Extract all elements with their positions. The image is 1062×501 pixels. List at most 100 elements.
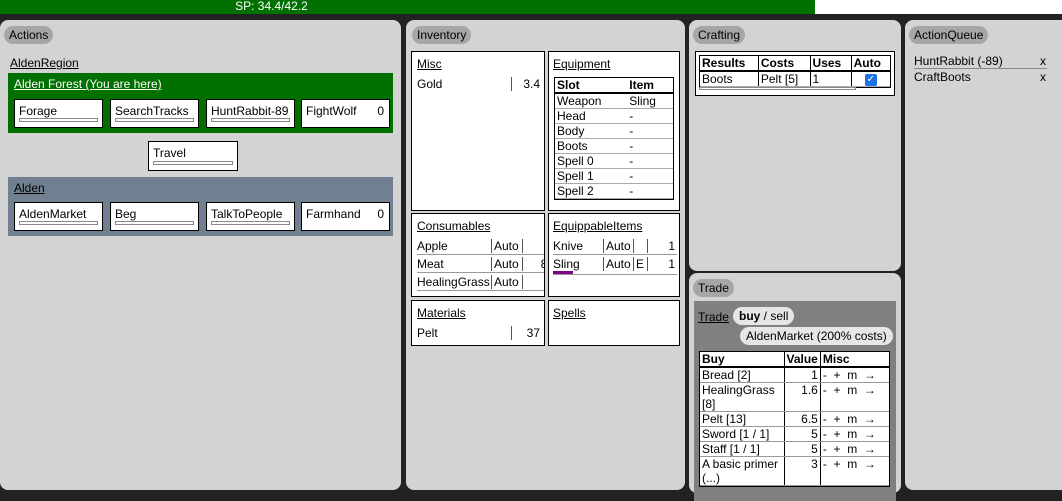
equipment-row: Spell 2- (555, 183, 673, 199)
trade-minus-button[interactable]: - (823, 442, 827, 456)
equipment-row: Body - (555, 123, 673, 139)
inventory-panel: Inventory Misc Gold 3.4 Equipment Slot I… (406, 20, 685, 490)
crafting-row[interactable]: Boots Pelt [5] 1 ✓ (700, 71, 890, 87)
action-beg-button[interactable]: Beg (110, 202, 199, 231)
consumable-auto-toggle[interactable]: Auto (494, 239, 522, 253)
alden-title: Alden (14, 181, 45, 195)
action-forage-button[interactable]: Forage (14, 99, 103, 128)
material-pelt-name: Pelt (417, 326, 438, 340)
trade-minus-button[interactable]: - (823, 427, 827, 441)
crafting-progress-bar (699, 87, 856, 90)
trade-row: Bread [2] 1 - + m → (700, 367, 889, 383)
equippable-box: EquippableItems Knive Auto 1 Sling Auto … (548, 213, 680, 297)
consumables-box: Consumables Apple Auto 0 Meat Auto 89 He… (411, 213, 545, 297)
misc-box: Misc Gold 3.4 (411, 51, 545, 211)
equipment-row: Head - (555, 108, 673, 124)
trade-row: Pelt [13] 6.5 - + m → (700, 411, 889, 427)
trade-plus-button[interactable]: + (834, 427, 841, 441)
actions-title: Actions (4, 26, 54, 44)
trade-max-button[interactable]: m (847, 368, 857, 382)
spells-title[interactable]: Spells (553, 306, 586, 320)
trade-table: Buy Value Misc Bread [2] 1 - + m → Healin… (700, 352, 889, 486)
trade-mode-sell[interactable]: sell (770, 309, 788, 323)
trade-go-arrow-icon[interactable]: → (864, 427, 876, 441)
action-fightwolf-button[interactable]: FightWolf 0 (301, 99, 390, 128)
action-searchtracks-button[interactable]: SearchTracks (110, 99, 199, 128)
equippable-count: 1 (668, 239, 675, 253)
trade-go-arrow-icon[interactable]: → (864, 412, 876, 426)
trade-minus-button[interactable]: - (823, 368, 827, 382)
crafting-table: Results Costs Uses Auto Boots Pelt [5] 1… (700, 56, 890, 87)
equipment-row: Spell 1- (555, 168, 673, 184)
equipment-box: Equipment Slot Item Weapon Sling Head - Bo… (548, 51, 680, 211)
action-aldenmarket-button[interactable]: AldenMarket (14, 202, 103, 231)
trade-minus-button[interactable]: - (823, 457, 827, 471)
trade-go-arrow-icon[interactable]: → (864, 368, 876, 382)
equipment-table: Slot Item Weapon Sling Head - Body - Boots -… (555, 78, 673, 199)
trade-panel: Trade Trade buy / sell AldenMarket (200%… (689, 273, 901, 501)
trade-plus-button[interactable]: + (834, 457, 841, 471)
consumable-count: 0 (524, 239, 544, 253)
trade-market-box: Trade buy / sell AldenMarket (200% costs… (694, 301, 896, 501)
materials-title[interactable]: Materials (417, 306, 466, 320)
queue-item[interactable]: HuntRabbit (-89) (914, 54, 1003, 68)
misc-gold-value: 3.4 (523, 77, 540, 91)
queue-remove-button[interactable]: x (1040, 54, 1046, 68)
trade-minus-button[interactable]: - (823, 412, 827, 426)
travel-button[interactable]: Travel (148, 141, 238, 171)
equipment-row: Boots - (555, 138, 673, 154)
trade-go-arrow-icon[interactable]: → (864, 457, 876, 471)
trade-go-arrow-icon[interactable]: → (864, 383, 876, 397)
trade-max-button[interactable]: m (847, 427, 857, 441)
consumables-title[interactable]: Consumables (417, 219, 490, 233)
trade-row: Sword [1 / 1] 5 - + m → (700, 426, 889, 442)
material-pelt-value: 37 (526, 326, 540, 340)
inventory-title: Inventory (412, 26, 472, 44)
misc-gold-name: Gold (417, 77, 443, 91)
misc-title[interactable]: Misc (417, 57, 442, 71)
equipment-title[interactable]: Equipment (553, 57, 610, 71)
equippable-name: Sling (553, 257, 580, 271)
trade-row: Staff [1 / 1] 5 - + m → (700, 441, 889, 457)
trade-mode-toggle[interactable]: buy / sell (733, 307, 795, 325)
crafting-panel: Crafting Results Costs Uses Auto Boots P… (689, 20, 901, 271)
trade-max-button[interactable]: m (847, 442, 857, 456)
alden-region: Alden AldenMarket Beg TalkToPeople Farmh… (8, 177, 393, 236)
equippable-equip-toggle[interactable]: E (636, 257, 646, 271)
trade-title: Trade (693, 279, 734, 297)
queue-remove-button[interactable]: x (1040, 70, 1046, 84)
action-huntrabbit-button[interactable]: HuntRabbit-89 (206, 99, 295, 128)
actions-panel: Actions AldenRegion Alden Forest (You ar… (0, 20, 401, 490)
action-farmhand-button[interactable]: Farmhand 0 (301, 202, 390, 231)
equippable-title[interactable]: EquippableItems (553, 219, 642, 233)
consumable-count: 89 (524, 257, 544, 271)
trade-max-button[interactable]: m (847, 383, 857, 397)
equippable-auto-toggle[interactable]: Auto (606, 257, 634, 271)
equippable-count: 1 (668, 257, 675, 271)
trade-plus-button[interactable]: + (834, 412, 841, 426)
consumable-auto-toggle[interactable]: Auto (494, 275, 522, 289)
trade-minus-button[interactable]: - (823, 383, 827, 397)
spells-box: Spells (548, 300, 680, 346)
consumable-auto-toggle[interactable]: Auto (494, 257, 522, 271)
trade-plus-button[interactable]: + (834, 383, 841, 397)
equippable-name: Knive (553, 239, 584, 253)
consumable-name: Meat (417, 257, 444, 271)
queue-item[interactable]: CraftBoots (914, 70, 971, 84)
consumable-count: 0 (524, 275, 544, 289)
action-talktopeople-button[interactable]: TalkToPeople (206, 202, 295, 231)
trade-plus-button[interactable]: + (834, 442, 841, 456)
forest-region: Alden Forest (You are here) Forage Searc… (8, 73, 393, 133)
actionqueue-panel: ActionQueue HuntRabbit (-89) x CraftBoot… (905, 20, 1062, 490)
trade-max-button[interactable]: m (847, 457, 857, 471)
trade-max-button[interactable]: m (847, 412, 857, 426)
trade-go-arrow-icon[interactable]: → (864, 442, 876, 456)
trade-mode-buy[interactable]: buy (739, 309, 760, 323)
crafting-auto-checkbox[interactable]: ✓ (864, 73, 877, 86)
region-link[interactable]: AldenRegion (10, 56, 79, 70)
trade-plus-button[interactable]: + (834, 368, 841, 382)
equippable-auto-toggle[interactable]: Auto (606, 239, 634, 253)
equipment-row: Spell 0- (555, 153, 673, 169)
trade-link[interactable]: Trade (698, 310, 729, 324)
crafting-title: Crafting (693, 26, 746, 44)
